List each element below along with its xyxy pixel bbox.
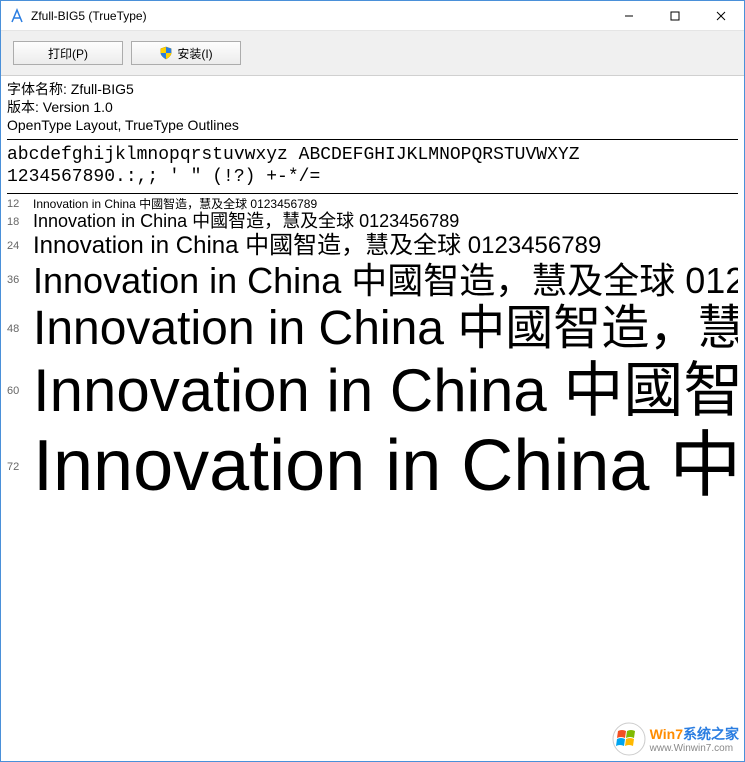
separator	[7, 139, 738, 140]
sample-row: 48Innovation in China 中國智造，慧及全球 01234567…	[7, 301, 738, 356]
sample-size-label: 60	[7, 385, 33, 397]
window-controls	[606, 1, 744, 30]
sample-row: 36Innovation in China 中國智造，慧及全球 01234567…	[7, 260, 738, 301]
sample-text: Innovation in China 中國智造，慧及全球 0123456789	[33, 211, 459, 232]
maximize-button[interactable]	[652, 1, 698, 30]
charset-sample: abcdefghijklmnopqrstuvwxyz ABCDEFGHIJKLM…	[7, 144, 738, 189]
sample-size-label: 48	[7, 323, 33, 335]
charset-line2: 1234567890.:,; ' " (!?) +-*/=	[7, 167, 320, 187]
close-icon	[716, 11, 726, 21]
sample-text: Innovation in China 中國智造，慧及全球 0123456789	[33, 260, 738, 301]
font-meta: 字体名称: Zfull-BIG5 版本: Version 1.0 OpenTyp…	[7, 80, 738, 135]
sample-row: 24Innovation in China 中國智造，慧及全球 01234567…	[7, 232, 738, 260]
sample-text: Innovation in China 中國智造，慧及全球 0123456789	[33, 198, 317, 212]
windows-logo-icon	[612, 722, 646, 756]
sample-row: 12Innovation in China 中國智造，慧及全球 01234567…	[7, 198, 738, 212]
font-version-value: Version 1.0	[43, 99, 113, 115]
sample-row: 18Innovation in China 中國智造，慧及全球 01234567…	[7, 211, 738, 232]
uac-shield-icon	[159, 46, 173, 60]
sample-list: 12Innovation in China 中國智造，慧及全球 01234567…	[7, 198, 738, 509]
titlebar[interactable]: Zfull-BIG5 (TrueType)	[1, 1, 744, 31]
separator	[7, 193, 738, 194]
font-preview-window: Zfull-BIG5 (TrueType) 打印(P) 安装(I)	[0, 0, 745, 762]
minimize-button[interactable]	[606, 1, 652, 30]
print-button[interactable]: 打印(P)	[13, 41, 123, 65]
font-version-label: 版本:	[7, 99, 39, 115]
sample-size-label: 12	[7, 198, 33, 210]
sample-text: Innovation in China 中國智造，慧及全球 0123456789	[33, 232, 601, 260]
font-name-row: 字体名称: Zfull-BIG5	[7, 80, 738, 98]
print-label: 打印(P)	[48, 45, 88, 62]
minimize-icon	[624, 11, 634, 21]
watermark-text: Win7系统之家 www.Winwin7.com	[650, 724, 739, 754]
charset-line1: abcdefghijklmnopqrstuvwxyz ABCDEFGHIJKLM…	[7, 145, 580, 165]
watermark-brand1: Win7	[650, 726, 683, 742]
sample-size-label: 18	[7, 216, 33, 228]
font-version-row: 版本: Version 1.0	[7, 98, 738, 116]
content-area: 字体名称: Zfull-BIG5 版本: Version 1.0 OpenTyp…	[1, 76, 744, 761]
font-tech: OpenType Layout, TrueType Outlines	[7, 116, 738, 134]
close-button[interactable]	[698, 1, 744, 30]
font-name-label: 字体名称:	[7, 81, 67, 97]
maximize-icon	[670, 11, 680, 21]
toolbar: 打印(P) 安装(I)	[1, 31, 744, 76]
watermark: Win7系统之家 www.Winwin7.com	[612, 722, 739, 756]
sample-text: Innovation in China 中國智造，慧及全球 0123456789	[33, 356, 738, 425]
install-label: 安装(I)	[177, 45, 212, 62]
window-title: Zfull-BIG5 (TrueType)	[31, 9, 606, 23]
watermark-url: www.Winwin7.com	[650, 744, 739, 754]
sample-size-label: 72	[7, 461, 33, 473]
sample-text: Innovation in China 中國智造，慧及全球 0123456789	[33, 425, 738, 508]
sample-size-label: 24	[7, 240, 33, 252]
sample-text: Innovation in China 中國智造，慧及全球 0123456789	[33, 301, 738, 356]
install-button[interactable]: 安装(I)	[131, 41, 241, 65]
sample-size-label: 36	[7, 274, 33, 286]
font-name-value: Zfull-BIG5	[71, 81, 134, 97]
font-icon	[9, 8, 25, 24]
sample-row: 72Innovation in China 中國智造，慧及全球 01234567…	[7, 425, 738, 508]
sample-row: 60Innovation in China 中國智造，慧及全球 01234567…	[7, 356, 738, 425]
watermark-brand2: 系统之家	[683, 726, 739, 742]
